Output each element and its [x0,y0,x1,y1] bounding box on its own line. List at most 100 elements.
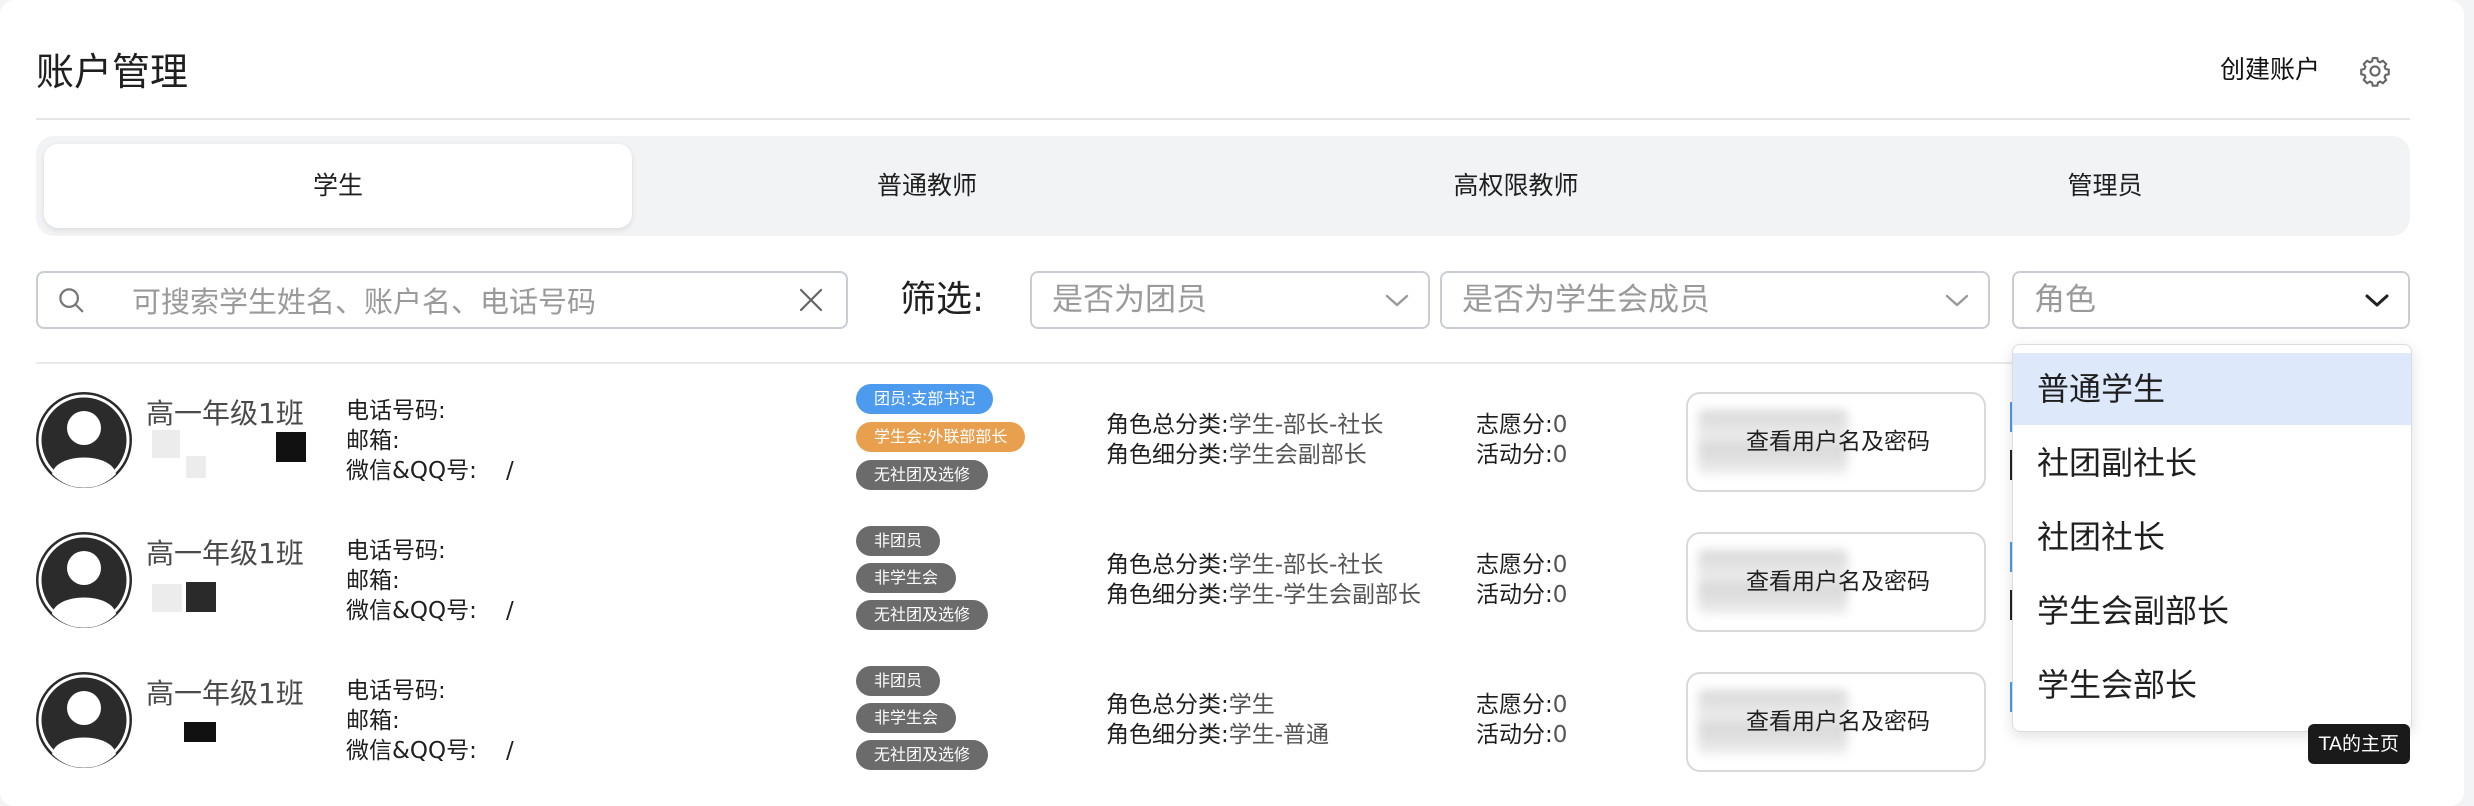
table-row: 高一年级1班 电话号码: 邮箱: 微信&QQ号: / 非团员 非学生会 无社团及… [36,666,2026,778]
wechat-label: 微信&QQ号: [346,598,477,624]
tab-admin[interactable]: 管理员 [1811,144,2399,228]
phone-label: 电话号码: [346,538,446,564]
class-name: 高一年级1班 [146,677,304,710]
phone-label: 电话号码: [346,398,446,424]
chevron-down-icon [2365,294,2389,307]
union-tag: 非学生会 [856,563,957,593]
avatar [36,672,132,768]
close-icon[interactable] [796,285,826,315]
league-tag: 非团员 [856,526,941,556]
table-row: 高一年级1班 电话号码: 邮箱: 微信&QQ号: / 团员:支部书记 学生会:外… [36,384,2026,498]
redacted-name [186,582,216,612]
role-main: 角色总分类:学生-部长-社长 [1106,410,1383,440]
gear-icon[interactable] [2358,54,2392,88]
club-tag: 无社团及选修 [856,600,989,630]
filter-label: 筛选: [900,279,985,320]
header-divider [36,118,2410,120]
activity-score: 活动分:0 [1476,440,1567,470]
role-tabs: 学生 普通教师 高权限教师 管理员 [36,136,2410,236]
role-main-value: 学生 [1228,692,1275,718]
role-select[interactable]: 角色 [2012,271,2410,329]
activity-label: 活动分: [1476,722,1553,748]
role-main-label: 角色总分类: [1106,552,1229,578]
activity-value: 0 [1552,442,1568,468]
account-management-panel: 账户管理 创建账户 学生 普通教师 高权限教师 管理员 筛选: 是否为团员 是否… [0,0,2464,806]
view-credentials-label: 查看用户名及密码 [1746,569,1930,595]
role-sub: 角色细分类:学生-学生会副部长 [1106,580,1421,610]
role-sub-value: 学生会副部长 [1228,442,1367,468]
email-label: 邮箱: [346,568,400,594]
role-main-value: 学生-部长-社长 [1228,552,1384,578]
role-sub-value: 学生-普通 [1228,722,1330,748]
volunteer-score: 志愿分:0 [1476,690,1567,720]
view-credentials-label: 查看用户名及密码 [1746,709,1930,735]
role-option-club-vice-president[interactable]: 社团副社长 [2013,427,2411,499]
wechat-label: 微信&QQ号: [346,738,477,764]
role-sub: 角色细分类:学生会副部长 [1106,440,1367,470]
view-credentials-button[interactable]: 查看用户名及密码 [1686,392,1986,492]
volunteer-value: 0 [1552,412,1568,438]
role-main-label: 角色总分类: [1106,412,1229,438]
wechat-value: / [506,598,514,624]
chevron-down-icon [1945,294,1969,307]
class-name: 高一年级1班 [146,397,304,430]
activity-value: 0 [1552,722,1568,748]
wechat-value: / [506,458,514,484]
email-label: 邮箱: [346,428,400,454]
phone-label: 电话号码: [346,678,446,704]
role-main-label: 角色总分类: [1106,692,1229,718]
view-credentials-button[interactable]: 查看用户名及密码 [1686,532,1986,632]
role-sub: 角色细分类:学生-普通 [1106,720,1329,750]
role-sub-label: 角色细分类: [1106,582,1229,608]
page-title: 账户管理 [36,50,189,94]
select-placeholder: 是否为学生会成员 [1462,282,1710,318]
chevron-down-icon [1385,294,1409,307]
redacted-name [152,584,182,612]
activity-label: 活动分: [1476,442,1553,468]
role-sub-label: 角色细分类: [1106,722,1229,748]
league-tag: 团员:支部书记 [856,384,994,414]
volunteer-value: 0 [1552,692,1568,718]
user-icon [38,394,130,488]
avatar [36,532,132,628]
search-icon [59,288,84,313]
role-option-club-president[interactable]: 社团社长 [2013,501,2411,573]
homepage-tooltip[interactable]: TA的主页 [2308,724,2410,764]
list-divider [36,362,2016,364]
role-main-value: 学生-部长-社长 [1228,412,1384,438]
select-placeholder: 是否为团员 [1052,282,1207,318]
activity-score: 活动分:0 [1476,720,1567,750]
avatar [36,392,132,488]
redacted-name [152,430,180,458]
league-tag: 非团员 [856,666,941,696]
table-row: 高一年级1班 电话号码: 邮箱: 微信&QQ号: / 非团员 非学生会 无社团及… [36,526,2026,638]
redacted-name [276,432,306,462]
redacted-name [186,456,206,478]
activity-value: 0 [1552,582,1568,608]
tab-regular-teacher[interactable]: 普通教师 [633,144,1221,228]
role-option-union-minister[interactable]: 学生会部长 [2013,649,2411,721]
role-dropdown-menu: 普通学生 社团副社长 社团社长 学生会副部长 学生会部长 [2012,344,2412,732]
select-placeholder: 角色 [2034,282,2096,318]
search-input[interactable] [130,279,774,325]
view-credentials-button[interactable]: 查看用户名及密码 [1686,672,1986,772]
league-member-select[interactable]: 是否为团员 [1030,271,1430,329]
club-tag: 无社团及选修 [856,740,989,770]
volunteer-value: 0 [1552,552,1568,578]
user-icon [38,534,130,628]
volunteer-label: 志愿分: [1476,692,1553,718]
tab-student[interactable]: 学生 [44,144,632,228]
student-union-select[interactable]: 是否为学生会成员 [1440,271,1990,329]
volunteer-label: 志愿分: [1476,552,1553,578]
role-option-regular-student[interactable]: 普通学生 [2013,353,2411,425]
role-main: 角色总分类:学生 [1106,690,1275,720]
volunteer-label: 志愿分: [1476,412,1553,438]
create-account-button[interactable]: 创建账户 [2220,50,2320,90]
role-sub-value: 学生-学生会副部长 [1228,582,1422,608]
union-tag: 非学生会 [856,703,957,733]
role-sub-label: 角色细分类: [1106,442,1229,468]
view-credentials-label: 查看用户名及密码 [1746,429,1930,455]
redacted-name [184,722,216,742]
role-option-union-vice-minister[interactable]: 学生会副部长 [2013,575,2411,647]
tab-privileged-teacher[interactable]: 高权限教师 [1222,144,1810,228]
